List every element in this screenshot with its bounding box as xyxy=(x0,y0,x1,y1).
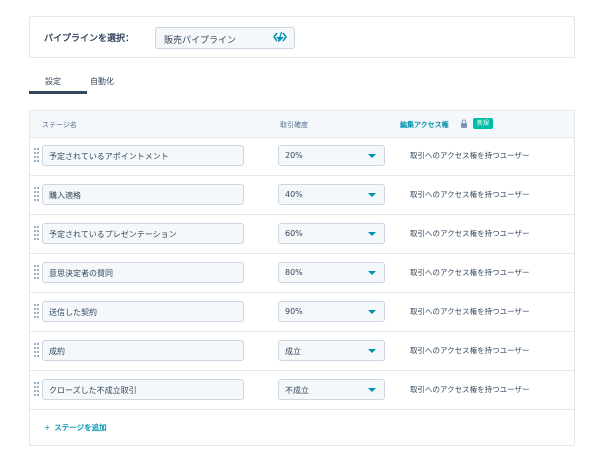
stage-name-value: 購入適格 xyxy=(49,191,81,200)
column-header-probability: 取引確度 xyxy=(280,121,308,129)
tab-bar: 設定 自動化 xyxy=(29,68,575,94)
access-value: 取引へのアクセス権を持つユーザー xyxy=(410,346,530,355)
plus-icon: + xyxy=(44,423,51,432)
pipeline-label: パイプラインを選択： xyxy=(44,34,135,44)
probability-value: 成立 xyxy=(285,347,301,356)
access-value: 取引へのアクセス権を持つユーザー xyxy=(410,190,530,199)
chevron-down-icon xyxy=(368,310,376,314)
probability-value: 90% xyxy=(285,307,303,316)
table-row: 意思決定者の賛同 80% 取引へのアクセス権を持つユーザー xyxy=(30,254,574,293)
access-value: 取引へのアクセス権を持つユーザー xyxy=(410,385,530,394)
table-header: ステージ名 取引確度 編集アクセス権 新規 xyxy=(30,111,574,138)
access-value: 取引へのアクセス権を持つユーザー xyxy=(410,229,530,238)
drag-handle-icon[interactable] xyxy=(34,265,40,281)
probability-select[interactable]: 成立 xyxy=(278,340,385,361)
stage-name-input[interactable]: クローズした不成立取引 xyxy=(42,379,244,400)
drag-handle-icon[interactable] xyxy=(34,187,40,203)
tab-automation[interactable]: 自動化 xyxy=(90,76,114,87)
stages-table: ステージ名 取引確度 編集アクセス権 新規 予定されているアポイントメント 20%… xyxy=(29,110,575,446)
pipeline-selector-card: パイプラインを選択： 販売パイプライン xyxy=(29,16,575,58)
stage-name-input[interactable]: 意思決定者の賛同 xyxy=(42,262,244,283)
add-stage-label: ステージを追加 xyxy=(54,423,107,432)
chevron-down-icon xyxy=(368,349,376,353)
table-row: 予定されているアポイントメント 20% 取引へのアクセス権を持つユーザー xyxy=(30,137,574,176)
drag-handle-icon[interactable] xyxy=(34,343,40,359)
stage-name-value: 予定されているプレゼンテーション xyxy=(49,230,177,239)
new-badge: 新規 xyxy=(473,118,494,129)
stage-name-value: クローズした不成立取引 xyxy=(49,386,137,395)
chevron-down-icon xyxy=(368,232,376,236)
probability-select[interactable]: 90% xyxy=(278,301,385,322)
stage-name-input[interactable]: 予定されているプレゼンテーション xyxy=(42,223,244,244)
add-stage-button[interactable]: + ステージを追加 xyxy=(44,422,107,433)
chevron-down-icon xyxy=(368,388,376,392)
table-row: 送信した契約 90% 取引へのアクセス権を持つユーザー xyxy=(30,293,574,332)
probability-value: 80% xyxy=(285,268,303,277)
column-header-edit-access[interactable]: 編集アクセス権 xyxy=(400,120,449,130)
probability-value: 60% xyxy=(285,229,303,238)
stage-name-value: 予定されているアポイントメント xyxy=(49,152,169,161)
table-row: 予定されているプレゼンテーション 60% 取引へのアクセス権を持つユーザー xyxy=(30,215,574,254)
probability-select[interactable]: 不成立 xyxy=(278,379,385,400)
drag-handle-icon[interactable] xyxy=(34,382,40,398)
chevron-down-icon xyxy=(368,154,376,158)
table-row: 購入適格 40% 取引へのアクセス権を持つユーザー xyxy=(30,176,574,215)
chevron-down-icon xyxy=(368,271,376,275)
probability-select[interactable]: 20% xyxy=(278,145,385,166)
active-tab-indicator xyxy=(29,91,87,94)
probability-select[interactable]: 40% xyxy=(278,184,385,205)
chevron-down-icon xyxy=(368,193,376,197)
access-value: 取引へのアクセス権を持つユーザー xyxy=(410,307,530,316)
column-header-stage-name: ステージ名 xyxy=(42,121,77,129)
table-row: クローズした不成立取引 不成立 取引へのアクセス権を持つユーザー xyxy=(30,371,574,410)
probability-value: 20% xyxy=(285,151,303,160)
probability-value: 不成立 xyxy=(285,386,309,395)
code-icon[interactable] xyxy=(273,31,287,43)
stage-name-value: 意思決定者の賛同 xyxy=(49,269,113,278)
stage-name-input[interactable]: 送信した契約 xyxy=(42,301,244,322)
pipeline-select-value: 販売パイプライン xyxy=(164,36,237,46)
drag-handle-icon[interactable] xyxy=(34,304,40,320)
access-value: 取引へのアクセス権を持つユーザー xyxy=(410,268,530,277)
probability-value: 40% xyxy=(285,190,303,199)
stage-name-input[interactable]: 予定されているアポイントメント xyxy=(42,145,244,166)
stage-name-input[interactable]: 成約 xyxy=(42,340,244,361)
stage-name-input[interactable]: 購入適格 xyxy=(42,184,244,205)
stage-name-value: 送信した契約 xyxy=(49,308,97,317)
drag-handle-icon[interactable] xyxy=(34,226,40,242)
table-row: 成約 成立 取引へのアクセス権を持つユーザー xyxy=(30,332,574,371)
stage-name-value: 成約 xyxy=(49,347,65,356)
drag-handle-icon[interactable] xyxy=(34,148,40,164)
probability-select[interactable]: 60% xyxy=(278,223,385,244)
access-value: 取引へのアクセス権を持つユーザー xyxy=(410,151,530,160)
probability-select[interactable]: 80% xyxy=(278,262,385,283)
tab-settings[interactable]: 設定 xyxy=(45,76,61,87)
lock-icon xyxy=(461,119,467,128)
